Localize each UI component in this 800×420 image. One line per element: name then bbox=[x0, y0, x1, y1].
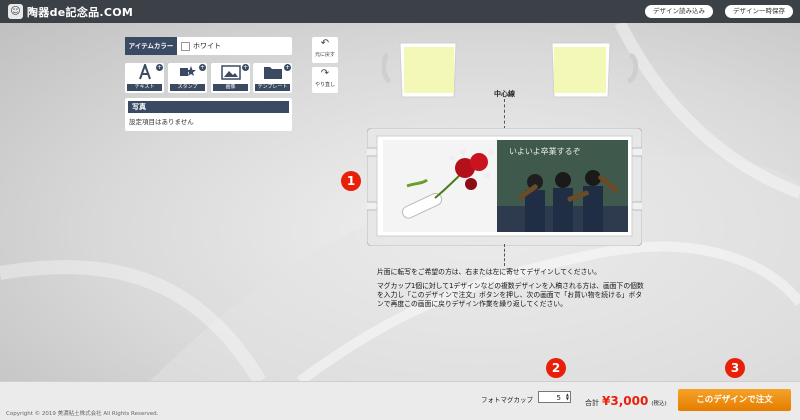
undo-label: 元に戻す bbox=[314, 52, 335, 58]
logo-icon: ☺ bbox=[8, 4, 23, 19]
redo-label: やり直し bbox=[314, 82, 335, 88]
center-line-bottom bbox=[504, 244, 505, 266]
load-design-button[interactable]: デザイン読み込み bbox=[645, 5, 713, 18]
quantity-value: 5 bbox=[556, 394, 561, 402]
image-icon bbox=[220, 64, 241, 80]
tax-note: (税込) bbox=[651, 401, 667, 407]
add-template-button[interactable]: + テンプレート bbox=[253, 63, 292, 93]
redo-button[interactable]: ↷ やり直し bbox=[312, 67, 338, 93]
order-this-design-button[interactable]: このデザインで注文 bbox=[678, 389, 791, 411]
site-logo[interactable]: ☺ 陶器de記念品.COM bbox=[8, 3, 133, 20]
spinner-arrows-icon[interactable]: ▲ ▼ bbox=[563, 393, 569, 401]
photo-panel-message: 設定項目はありません bbox=[129, 118, 194, 126]
undo-button[interactable]: ↶ 元に戻す bbox=[312, 37, 338, 63]
step-marker-2: 2 bbox=[546, 358, 566, 378]
add-stamp-button[interactable]: + スタンプ bbox=[168, 63, 207, 93]
color-swatch-icon[interactable] bbox=[181, 41, 190, 51]
center-line-label: 中心線 bbox=[494, 90, 515, 98]
product-label: フォトマグカップ bbox=[481, 396, 533, 404]
add-image-button[interactable]: + 画像 bbox=[211, 63, 250, 93]
add-template-label: テンプレート bbox=[255, 84, 290, 91]
stamp-icon bbox=[179, 66, 196, 76]
center-line-top bbox=[504, 99, 505, 129]
photo-graduates[interactable]: いよいよ卒業するぞ bbox=[497, 140, 628, 232]
logo-text: 陶器de記念品.COM bbox=[27, 5, 134, 19]
chalkboard-text: いよいよ卒業するぞ bbox=[509, 146, 581, 156]
plus-icon: + bbox=[199, 64, 206, 71]
folder-icon bbox=[263, 66, 282, 79]
plus-icon: + bbox=[284, 64, 291, 71]
instruction-text: 片面に転写をご希望の方は、右または左に寄せてデザインしてください。 bbox=[377, 268, 601, 276]
item-color-value: ホワイト bbox=[193, 42, 221, 50]
add-image-label: 画像 bbox=[213, 84, 248, 91]
step-marker-1: 1 bbox=[341, 171, 361, 191]
photo-diploma-roses[interactable] bbox=[383, 140, 497, 232]
mug-preview-left bbox=[382, 42, 457, 98]
plus-icon: + bbox=[242, 64, 249, 71]
save-design-temp-button[interactable]: デザイン一時保存 bbox=[725, 5, 793, 18]
total-label: 合計 bbox=[585, 399, 599, 407]
design-canvas[interactable]: いよいよ卒業するぞ bbox=[367, 128, 642, 246]
add-stamp-label: スタンプ bbox=[170, 84, 205, 91]
add-text-button[interactable]: + テキスト bbox=[125, 63, 164, 93]
item-color-label: アイテムカラー bbox=[125, 37, 177, 55]
mug-preview-right bbox=[551, 42, 638, 98]
photo-properties-panel: 写真 設定項目はありません bbox=[125, 98, 292, 131]
instruction-text: マグカップ1個に対して1デザインなどの複数デザインを入稿される方は、画面下の個数… bbox=[377, 282, 644, 308]
top-bar: ☺ 陶器de記念品.COM デザイン読み込み デザイン一時保存 bbox=[0, 0, 800, 23]
step-marker-3: 3 bbox=[725, 358, 745, 378]
photo-panel-title: 写真 bbox=[128, 101, 289, 113]
instructions: 片面に転写をご希望の方は、右または左に寄せてデザインしてください。 マグカップ1… bbox=[377, 268, 647, 314]
plus-icon: + bbox=[156, 64, 163, 71]
total-price: 合計 ¥3,000 (税込) bbox=[585, 394, 667, 408]
add-text-label: テキスト bbox=[127, 84, 162, 91]
undo-icon: ↶ bbox=[320, 38, 330, 49]
item-color-row[interactable]: アイテムカラー ホワイト bbox=[125, 37, 292, 55]
total-price-value: ¥3,000 bbox=[602, 394, 649, 408]
text-icon bbox=[138, 64, 151, 80]
quantity-stepper[interactable]: 5 ▲ ▼ bbox=[538, 391, 571, 403]
copyright-text: Copyright © 2019 美濃粘土株式会社 All Rights Res… bbox=[6, 411, 159, 417]
redo-icon: ↷ bbox=[320, 68, 330, 79]
